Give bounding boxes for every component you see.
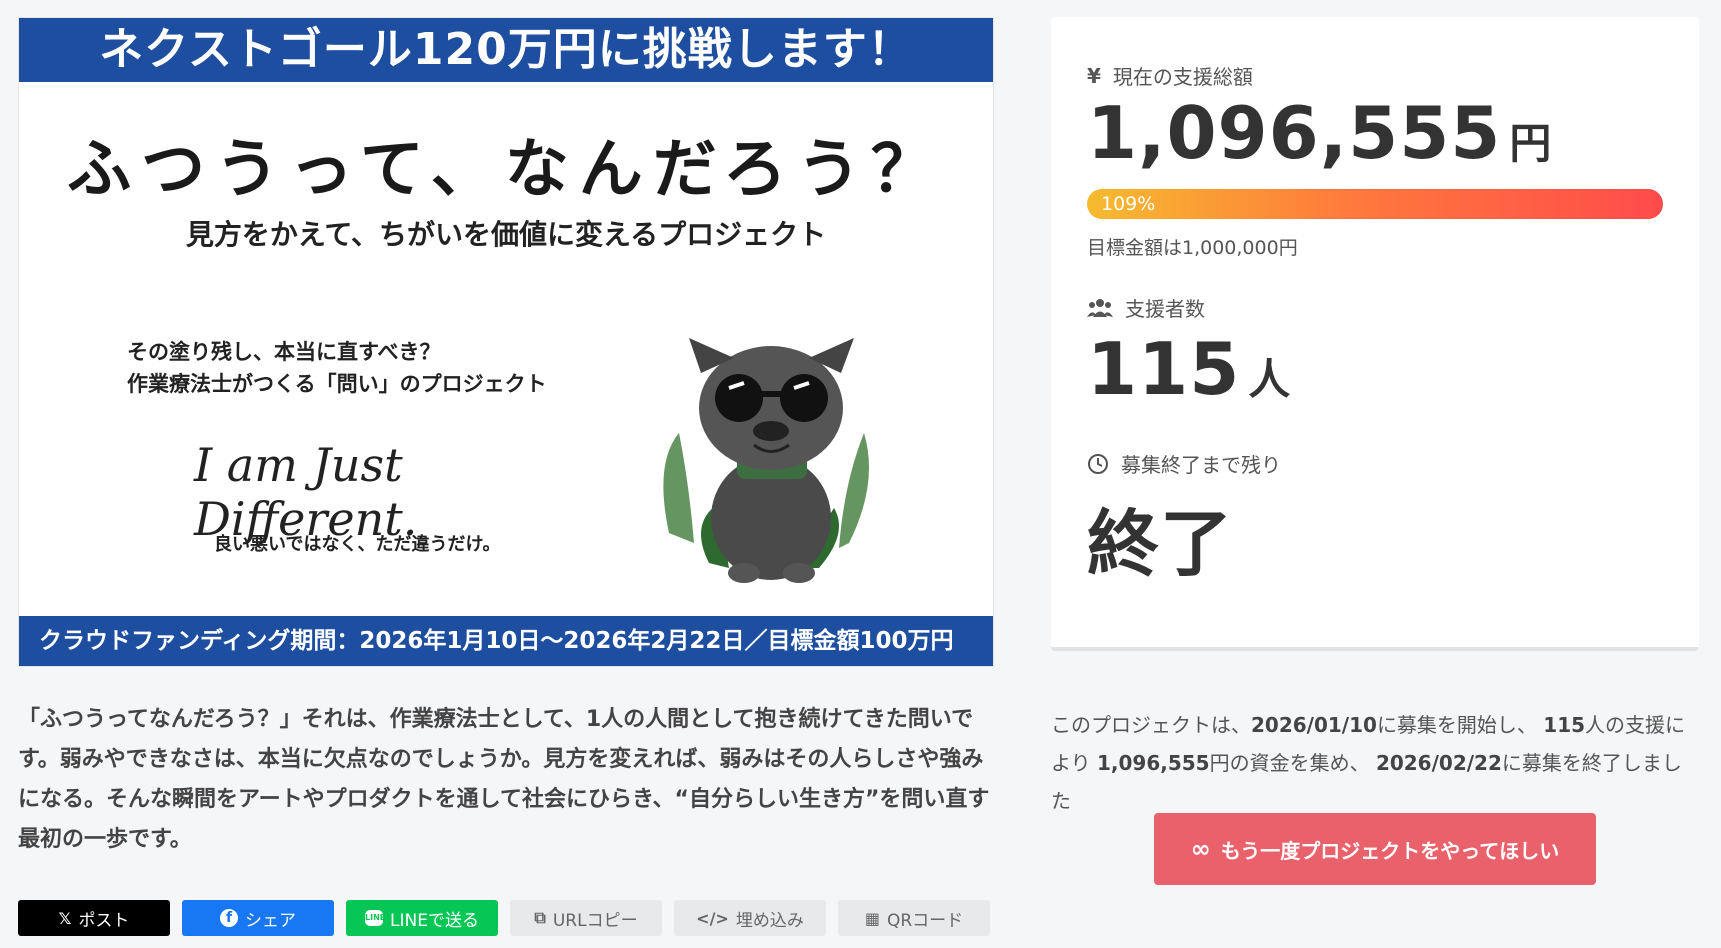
share-line-button[interactable]: LINE LINEで送る: [346, 900, 498, 936]
pug-illustration: [663, 338, 869, 583]
infinity-icon: ∞: [1190, 835, 1211, 863]
project-description: 「ふつうってなんだろう？」それは、作業療法士として、1人の人間として抱き続けてき…: [18, 707, 990, 852]
facebook-icon: f: [220, 909, 238, 927]
share-buttons: 𝕏 ポスト f シェア LINE LINEで送る ⧉ URLコピー </> 埋め…: [18, 900, 990, 936]
remaining-status: 終了: [1087, 502, 1234, 586]
supporters-label-row: 支援者数: [1087, 293, 1205, 322]
supporters-count: 115: [1087, 327, 1241, 411]
request-again-button[interactable]: ∞ もう一度プロジェクトをやってほしい: [1154, 813, 1596, 885]
embed-label: 埋め込み: [735, 910, 804, 931]
funding-unit: 円: [1509, 119, 1552, 168]
summary-text: このプロジェクトは、: [1051, 713, 1251, 737]
progress-percent: 109%: [1101, 193, 1156, 215]
funding-total-label-row: ¥ 現在の支援総額: [1087, 61, 1253, 90]
hero-subtitle: 見方をかえて、ちがいを価値に変えるプロジェクト: [185, 218, 827, 251]
funding-progress-bar: 109%: [1087, 189, 1663, 219]
hero-question-line2: 作業療法士がつくる「問い」のプロジェクト: [127, 372, 547, 396]
url-copy-button[interactable]: ⧉ URLコピー: [510, 900, 662, 936]
remaining-value: 終了: [1087, 485, 1233, 590]
hero-title: ふつうって、なんだろう？: [67, 133, 945, 207]
summary-amount: 1,096,555: [1096, 751, 1210, 775]
hero-tagline: 良い悪いではなく、ただ違うだけ。: [214, 534, 501, 555]
funding-stats-card: ¥ 現在の支援総額 1,096,555 円 109% 目標金額は1,000,000…: [1051, 17, 1699, 651]
supporters-total: 115 人: [1087, 327, 1290, 411]
hero-question-line1: その塗り残し、本当に直すべき？: [127, 340, 441, 364]
goal-amount-text: 目標金額は1,000,000円: [1087, 237, 1298, 259]
remaining-label-row: 募集終了まで残り: [1087, 449, 1281, 478]
share-x-button[interactable]: 𝕏 ポスト: [18, 900, 170, 936]
hero-period-banner: クラウドファンディング期間：2026年1月10日〜2026年2月22日／目標金額…: [19, 616, 993, 666]
copy-icon: ⧉: [534, 908, 546, 927]
share-facebook-button[interactable]: f シェア: [182, 900, 334, 936]
share-x-label: ポスト: [78, 910, 130, 931]
qr-code-button[interactable]: ▦ QRコード: [838, 900, 990, 936]
funding-total-label: 現在の支援総額: [1112, 65, 1253, 89]
remaining-label: 募集終了まで残り: [1121, 453, 1281, 477]
share-line-label: LINEで送る: [390, 910, 479, 931]
supporters-unit: 人: [1248, 355, 1291, 404]
progress-fill: 109%: [1087, 189, 1663, 219]
yen-icon: ¥: [1087, 63, 1101, 88]
funding-total: 1,096,555 円: [1087, 91, 1551, 175]
qr-code-icon: ▦: [864, 908, 880, 928]
hero-next-goal-banner: ネクストゴール120万円に挑戦します！: [19, 18, 993, 82]
summary-end-date: 2026/02/22: [1375, 751, 1502, 775]
line-icon: LINE: [365, 910, 385, 926]
summary-text: に募集を開始し、: [1376, 713, 1544, 737]
users-icon: [1087, 298, 1113, 317]
x-logo-icon: 𝕏: [58, 908, 72, 928]
project-summary: このプロジェクトは、2026/01/10に募集を開始し、 115人の支援により …: [1051, 706, 1699, 820]
hero-question: その塗り残し、本当に直すべき？ 作業療法士がつくる「問い」のプロジェクト: [127, 336, 547, 400]
embed-button[interactable]: </> 埋め込み: [674, 900, 826, 936]
request-again-label: もう一度プロジェクトをやってほしい: [1220, 838, 1560, 863]
summary-text: 円の資金を集め、: [1209, 751, 1376, 775]
summary-start-date: 2026/01/10: [1251, 713, 1377, 737]
funding-amount: 1,096,555: [1087, 91, 1502, 175]
summary-count: 115: [1543, 713, 1586, 737]
code-icon: </>: [696, 908, 729, 928]
supporters-label: 支援者数: [1125, 297, 1205, 321]
url-copy-label: URLコピー: [552, 910, 638, 931]
share-facebook-label: シェア: [245, 910, 296, 931]
clock-icon: [1088, 453, 1108, 474]
qr-code-label: QRコード: [886, 910, 964, 931]
project-hero-image: ネクストゴール120万円に挑戦します！ ふつうって、なんだろう？ 見方をかえて、…: [18, 17, 994, 667]
